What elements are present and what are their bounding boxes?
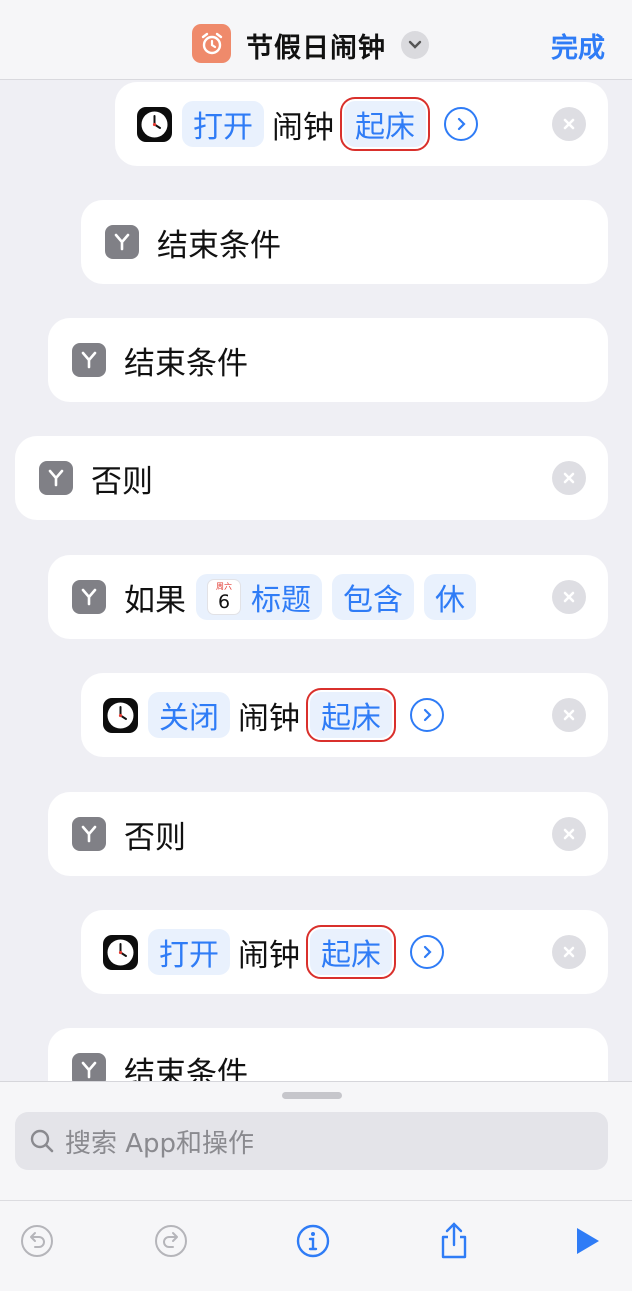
condition-value-token[interactable]: 休 xyxy=(424,574,476,620)
remove-action-button[interactable] xyxy=(552,817,586,851)
play-icon[interactable] xyxy=(564,1219,608,1263)
remove-action-button[interactable] xyxy=(552,580,586,614)
branch-icon xyxy=(72,580,106,614)
remove-action-button[interactable] xyxy=(552,461,586,495)
action-open-alarm[interactable]: 打开 闹钟 起床 xyxy=(81,910,608,994)
calendar-icon: 周六 6 xyxy=(207,579,241,615)
clock-icon xyxy=(103,934,138,970)
share-icon[interactable] xyxy=(432,1219,476,1263)
action-if-condition[interactable]: 如果 周六 6 标题 包含 休 xyxy=(48,555,608,639)
operator-token[interactable]: 包含 xyxy=(332,574,414,620)
action-end-if[interactable]: 结束条件 xyxy=(81,200,608,284)
search-field[interactable]: 搜索 App和操作 xyxy=(15,1112,608,1170)
verb-token[interactable]: 打开 xyxy=(182,101,264,147)
action-end-if[interactable]: 结束条件 xyxy=(48,318,608,402)
action-turn-off-alarm[interactable]: 关闭 闹钟 起床 xyxy=(81,673,608,757)
action-label: 如果 xyxy=(124,582,186,619)
branch-icon xyxy=(39,461,73,495)
object-label: 闹钟 xyxy=(238,937,300,974)
chevron-right-circle-icon[interactable] xyxy=(410,698,444,732)
action-open-alarm[interactable]: 打开 闹钟 起床 xyxy=(115,82,608,166)
branch-icon xyxy=(72,817,106,851)
remove-action-button[interactable] xyxy=(552,107,586,141)
done-button[interactable]: 完成 xyxy=(551,26,605,65)
calendar-date: 6 xyxy=(217,591,231,613)
alarm-clock-icon[interactable] xyxy=(192,24,231,63)
action-label: 结束条件 xyxy=(157,227,281,264)
action-otherwise[interactable]: 否则 xyxy=(48,792,608,876)
field-label: 标题 xyxy=(251,583,311,618)
object-label: 闹钟 xyxy=(238,700,300,737)
remove-action-button[interactable] xyxy=(552,698,586,732)
sheet-grabber[interactable] xyxy=(282,1092,342,1099)
calendar-title-token[interactable]: 周六 6 标题 xyxy=(196,574,322,620)
alarm-value-token[interactable]: 起床 xyxy=(306,925,396,979)
action-label: 结束条件 xyxy=(124,345,248,382)
clock-icon xyxy=(137,106,172,142)
editor-toolbar xyxy=(0,1200,632,1291)
chevron-down-icon[interactable] xyxy=(401,31,429,59)
alarm-value-token[interactable]: 起床 xyxy=(340,97,430,151)
search-placeholder[interactable]: 搜索 App和操作 xyxy=(65,1123,254,1160)
alarm-value-token[interactable]: 起床 xyxy=(306,688,396,742)
undo-icon[interactable] xyxy=(15,1219,59,1263)
clock-icon xyxy=(103,697,138,733)
action-label: 否则 xyxy=(124,819,186,856)
chevron-right-circle-icon[interactable] xyxy=(444,107,478,141)
action-search-sheet: 搜索 App和操作 xyxy=(0,1081,632,1291)
action-otherwise[interactable]: 否则 xyxy=(15,436,608,520)
nav-header: 节假日闹钟 完成 xyxy=(0,0,632,80)
action-label: 否则 xyxy=(91,463,153,500)
verb-token[interactable]: 打开 xyxy=(148,929,230,975)
object-label: 闹钟 xyxy=(272,109,334,146)
verb-token[interactable]: 关闭 xyxy=(148,692,230,738)
shortcut-title[interactable]: 节假日闹钟 xyxy=(246,26,386,65)
branch-icon xyxy=(105,225,139,259)
branch-icon xyxy=(72,343,106,377)
redo-icon[interactable] xyxy=(149,1219,193,1263)
remove-action-button[interactable] xyxy=(552,935,586,969)
search-icon xyxy=(29,1128,55,1154)
info-icon[interactable] xyxy=(291,1219,335,1263)
chevron-right-circle-icon[interactable] xyxy=(410,935,444,969)
